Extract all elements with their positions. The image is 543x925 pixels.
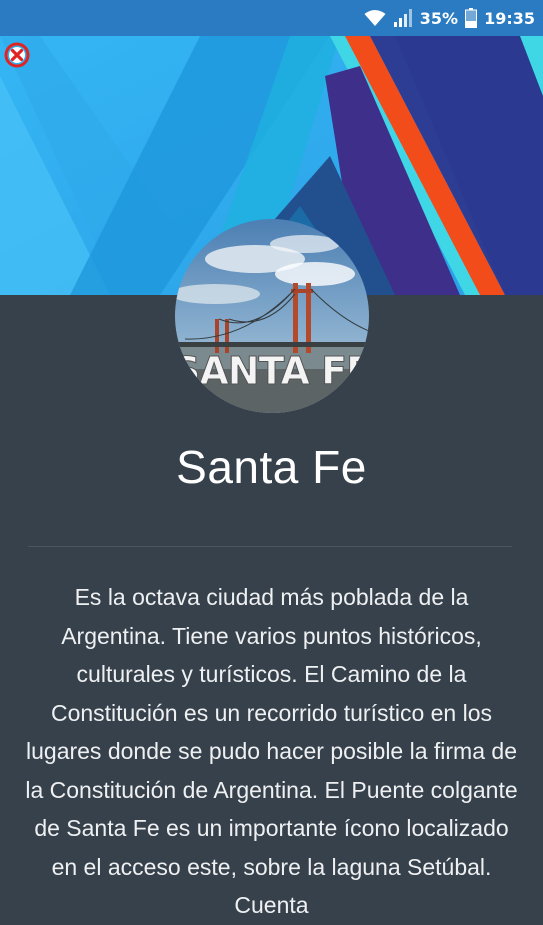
- status-bar: 35% 19:35: [0, 0, 543, 36]
- close-icon: [4, 42, 30, 68]
- divider: [28, 546, 512, 547]
- santa-fe-photo: SANTA FE: [175, 219, 369, 413]
- city-description: Es la octava ciudad más poblada de la Ar…: [25, 584, 518, 918]
- battery-icon: [465, 8, 478, 28]
- battery-percent: 35%: [419, 8, 459, 28]
- clock-time: 19:35: [484, 8, 535, 28]
- city-title: Santa Fe: [176, 441, 367, 493]
- close-button[interactable]: [3, 41, 31, 69]
- city-avatar: SANTA FE: [175, 219, 369, 413]
- signal-icon: [393, 8, 413, 28]
- avatar-sign-text: SANTA FE: [175, 349, 369, 393]
- wifi-icon: [364, 9, 386, 27]
- status-icons: 35% 19:35: [364, 8, 535, 28]
